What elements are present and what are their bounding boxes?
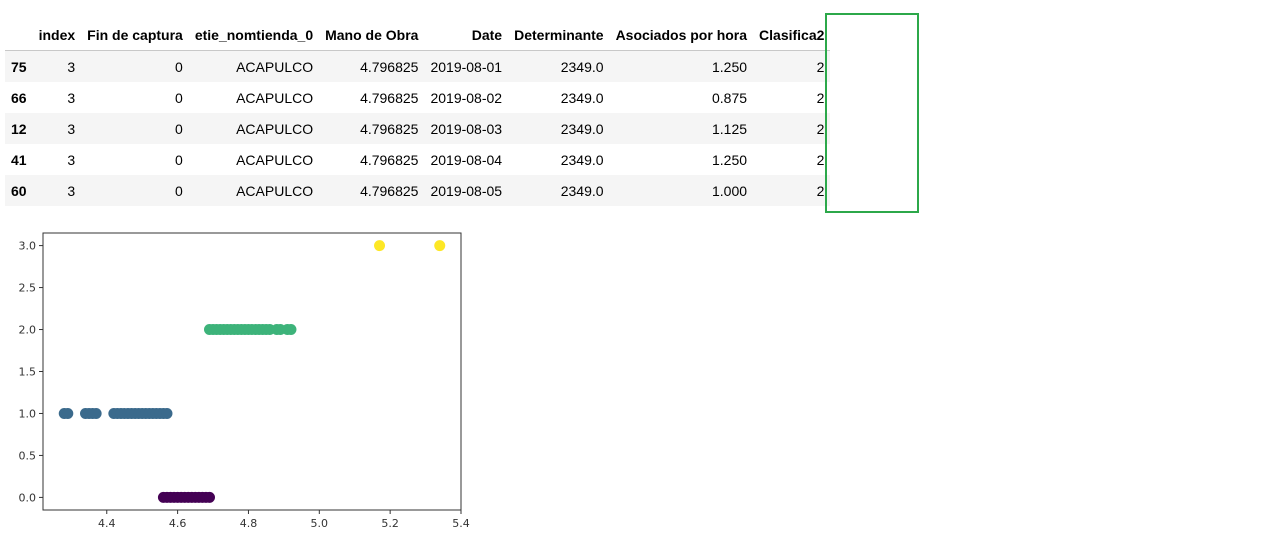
header-row: index Fin de captura etie_nomtienda_0 Mano … bbox=[5, 19, 831, 51]
scatter-point bbox=[285, 324, 297, 336]
table-cell: 2349.0 bbox=[560, 182, 604, 199]
x-tick-label: 4.8 bbox=[240, 517, 258, 530]
table-body: 75 3 0 ACAPULCO 4.796825 2019-08-01 2349.0 1.25… bbox=[5, 50, 831, 206]
table-cell: 3 bbox=[67, 89, 76, 106]
column-header: Fin de captura bbox=[81, 19, 189, 51]
table-cell: 4.796825 bbox=[360, 58, 419, 75]
table-row: 75 3 0 ACAPULCO 4.796825 2019-08-01 2349.0 1.25… bbox=[5, 50, 831, 82]
table-row: 60 3 0 ACAPULCO 4.796825 2019-08-05 2349.0 1.00… bbox=[5, 175, 831, 206]
y-tick-label: 3.0 bbox=[19, 240, 37, 253]
table-cell: 3 bbox=[67, 182, 76, 199]
table-cell: 2 bbox=[816, 120, 825, 137]
row-index: 60 bbox=[11, 182, 27, 199]
table-cell: 4.796825 bbox=[360, 182, 419, 199]
scatter-point bbox=[90, 407, 102, 419]
x-axis: 4.4 4.6 4.8 5.0 5.2 5.4 bbox=[98, 510, 470, 530]
table-cell: 2019-08-03 bbox=[430, 120, 503, 137]
table-cell: 2349.0 bbox=[560, 120, 604, 137]
table-cell: 0.875 bbox=[711, 89, 748, 106]
row-index: 41 bbox=[11, 151, 27, 168]
y-tick-label: 1.5 bbox=[19, 366, 37, 379]
column-header: Determinante bbox=[508, 19, 610, 51]
table-cell: 1.125 bbox=[711, 120, 748, 137]
table-cell: 2349.0 bbox=[560, 89, 604, 106]
table-row: 66 3 0 ACAPULCO 4.796825 2019-08-02 2349.0 0.87… bbox=[5, 82, 830, 113]
x-tick-label: 5.4 bbox=[452, 517, 470, 530]
table-cell: 0 bbox=[175, 58, 183, 75]
x-tick-label: 4.4 bbox=[98, 517, 116, 530]
row-index: 75 bbox=[11, 58, 27, 75]
scatter-point bbox=[62, 407, 74, 419]
table-cell: 1.000 bbox=[711, 182, 748, 199]
column-header: Asociados por hora bbox=[609, 19, 754, 51]
column-header: etie_nomtienda_0 bbox=[188, 19, 320, 51]
clasifica2-highlight-box bbox=[825, 13, 919, 213]
table-cell: ACAPULCO bbox=[236, 182, 314, 199]
table-cell: 4.796825 bbox=[360, 151, 419, 168]
table-cell: 3 bbox=[67, 120, 76, 137]
table-cell: 4.796825 bbox=[360, 89, 419, 106]
table-cell: 2019-08-04 bbox=[430, 151, 503, 168]
table-cell: 2349.0 bbox=[560, 151, 604, 168]
row-index: 66 bbox=[11, 89, 27, 106]
y-tick-label: 2.5 bbox=[19, 282, 37, 295]
x-tick-label: 5.2 bbox=[381, 517, 399, 530]
column-header: Mano de Obra bbox=[319, 19, 425, 51]
y-tick-label: 1.0 bbox=[19, 407, 37, 420]
table-cell: 2019-08-01 bbox=[430, 58, 503, 75]
table-cell: 3 bbox=[67, 151, 76, 168]
column-header bbox=[5, 19, 33, 51]
table-cell: 2019-08-05 bbox=[430, 182, 503, 199]
scatter-chart: 0.0 0.5 1.0 1.5 2.0 2.5 3.0 4.4 4.6 4.8 5.0 5.2 5.4 bbox=[19, 232, 470, 530]
table-cell: 0 bbox=[175, 182, 183, 199]
y-tick-label: 0.5 bbox=[19, 449, 37, 462]
table-cell: 0 bbox=[175, 120, 183, 137]
table-cell: 2 bbox=[816, 182, 825, 199]
scatter-point bbox=[434, 240, 446, 252]
table-cell: 2019-08-02 bbox=[430, 89, 503, 106]
column-header: Date bbox=[424, 19, 509, 51]
column-header: Clasifica2 bbox=[753, 19, 831, 51]
x-tick-label: 4.6 bbox=[169, 517, 187, 530]
column-header: index bbox=[32, 19, 82, 51]
y-axis: 0.0 0.5 1.0 1.5 2.0 2.5 3.0 bbox=[19, 240, 43, 504]
table-header: index Fin de captura etie_nomtienda_0 Mano … bbox=[5, 19, 831, 51]
scatter-point bbox=[374, 240, 386, 252]
table-cell: 2 bbox=[816, 151, 825, 168]
table-cell: 2 bbox=[816, 89, 825, 106]
table-cell: 2 bbox=[816, 58, 825, 75]
table-cell: ACAPULCO bbox=[236, 58, 314, 75]
y-tick-label: 0.0 bbox=[19, 491, 37, 504]
scatter-points bbox=[58, 240, 446, 503]
table-cell: 1.250 bbox=[711, 151, 748, 168]
table-row: 12 3 0 ACAPULCO 4.796825 2019-08-03 2349.0 1.12… bbox=[5, 113, 831, 144]
table-cell: 3 bbox=[67, 58, 76, 75]
table-cell: ACAPULCO bbox=[236, 151, 314, 168]
table-cell: 1.250 bbox=[711, 58, 748, 75]
y-tick-label: 2.0 bbox=[19, 324, 37, 337]
table-cell: ACAPULCO bbox=[236, 120, 314, 137]
dataframe-table: index Fin de captura etie_nomtienda_0 Mano … bbox=[5, 19, 831, 206]
scatter-point bbox=[161, 407, 173, 419]
scatter-point bbox=[203, 491, 215, 503]
row-index: 12 bbox=[11, 120, 27, 137]
table-cell: 4.796825 bbox=[360, 120, 419, 137]
table-cell: 2349.0 bbox=[560, 58, 604, 75]
x-tick-label: 5.0 bbox=[311, 517, 329, 530]
table-cell: 0 bbox=[175, 151, 183, 168]
table-cell: 0 bbox=[175, 89, 183, 106]
table-cell: ACAPULCO bbox=[236, 89, 314, 106]
plot-frame bbox=[42, 232, 462, 511]
table-row: 41 3 0 ACAPULCO 4.796825 2019-08-04 2349.0 1.25… bbox=[5, 144, 830, 175]
